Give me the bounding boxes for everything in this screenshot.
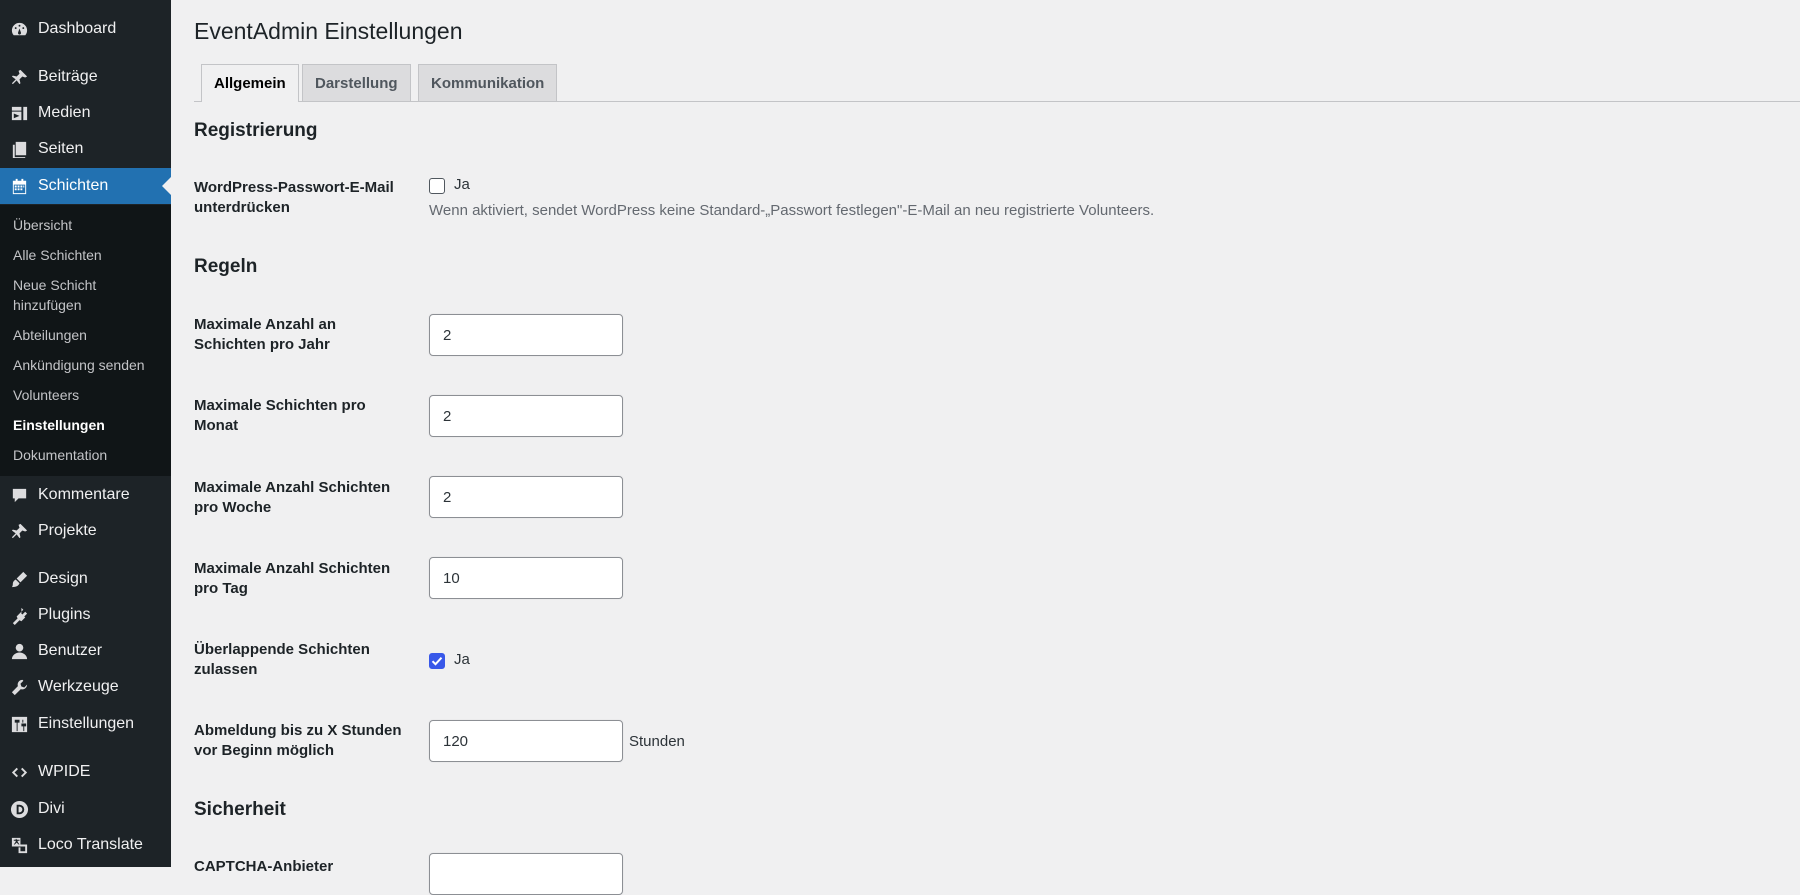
sidebar-item-design[interactable]: Design [0, 561, 171, 597]
tab-allgemein[interactable]: Allgemein [201, 64, 299, 102]
sidebar-item-kommentare[interactable]: Kommentare [0, 477, 171, 513]
sidebar-item-wpide[interactable]: WPIDE [0, 754, 171, 790]
sidebar-item-label: Seiten [38, 140, 84, 157]
sidebar-item-medien[interactable]: Medien [0, 95, 171, 131]
sidebar-item-label: Divi [38, 800, 65, 817]
divi-icon [9, 799, 29, 819]
user-icon [9, 641, 29, 661]
sidebar-item-label: Kommentare [38, 486, 130, 503]
sidebar-item-plugins[interactable]: Plugins [0, 597, 171, 633]
overlap-checkbox-label[interactable]: Ja [454, 651, 470, 668]
sidebar-item-label: WPIDE [38, 763, 91, 780]
sidebar-item-seiten[interactable]: Seiten [0, 131, 171, 167]
sidebar-item-label: Medien [38, 104, 91, 121]
sidebar-item-label: Werkzeuge [38, 678, 119, 695]
page-title: EventAdmin Einstellungen [194, 18, 463, 44]
submenu-item-abteilungen[interactable]: Abteilungen [13, 325, 168, 345]
sidebar-item-loco-translate[interactable]: Loco Translate [0, 827, 171, 863]
overlap-checkbox[interactable] [429, 653, 445, 669]
field-label-overlap: Überlappende Schichten zulassen [194, 641, 370, 678]
admin-sidebar: Dashboard Beiträge Medien Seiten Schicht… [0, 0, 171, 867]
section-title-sicherheit: Sicherheit [194, 799, 286, 820]
checkmark-icon [431, 657, 443, 666]
submenu-item-dokumentation[interactable]: Dokumentation [13, 445, 168, 465]
field-label-cancel-hours: Abmeldung bis zu X Stunden vor Beginn mö… [194, 722, 402, 759]
field-label-captcha: CAPTCHA-Anbieter [194, 858, 334, 875]
submenu-item-uebersicht[interactable]: Übersicht [13, 215, 168, 235]
submenu-item-einstellungen[interactable]: Einstellungen [13, 415, 168, 435]
suppress-email-checkbox[interactable] [429, 178, 445, 194]
max-per-month-input[interactable] [429, 395, 623, 437]
tab-kommunikation[interactable]: Kommunikation [418, 64, 558, 101]
submenu-item-alle-schichten[interactable]: Alle Schichten [13, 245, 168, 265]
captcha-provider-select[interactable] [429, 853, 623, 895]
schichten-submenu: Übersicht Alle Schichten Neue Schicht hi… [0, 205, 171, 476]
comment-icon [9, 485, 29, 505]
calendar-icon [9, 176, 29, 196]
field-label-max-per-year: Maximale Anzahl an Schichten pro Jahr [194, 316, 336, 353]
media-icon [9, 103, 29, 123]
suppress-email-checkbox-label[interactable]: Ja [454, 176, 470, 193]
sidebar-item-label: Einstellungen [38, 715, 135, 732]
field-label-suppress-email: WordPress-Passwort-E-Mail unterdrücken [194, 179, 394, 216]
sidebar-item-dashboard[interactable]: Dashboard [0, 11, 171, 47]
field-label-max-per-week: Maximale Anzahl Schichten pro Woche [194, 479, 391, 516]
section-title-registrierung: Registrierung [194, 120, 318, 141]
cancel-hours-suffix: Stunden [629, 733, 685, 750]
sidebar-item-divi[interactable]: Divi [0, 791, 171, 827]
pin-icon [9, 67, 29, 87]
sidebar-item-label: Design [38, 570, 88, 587]
suppress-email-description: Wenn aktiviert, sendet WordPress keine S… [429, 202, 1155, 219]
sidebar-item-label: Dashboard [38, 20, 117, 37]
code-icon [9, 762, 29, 782]
max-per-year-input[interactable] [429, 314, 623, 356]
sidebar-item-werkzeuge[interactable]: Werkzeuge [0, 669, 171, 705]
sidebar-item-schichten[interactable]: Schichten [0, 168, 171, 204]
max-per-day-input[interactable] [429, 557, 623, 599]
tab-darstellung[interactable]: Darstellung [302, 64, 411, 101]
sidebar-item-label: Benutzer [38, 642, 103, 659]
sidebar-item-label: Loco Translate [38, 836, 143, 853]
settings-icon [9, 714, 29, 734]
sidebar-item-einstellungen[interactable]: Einstellungen [0, 706, 171, 742]
tab-bar-border [194, 101, 1800, 102]
brush-icon [9, 569, 29, 589]
main-content: EventAdmin Einstellungen Allgemein Darst… [171, 0, 1800, 895]
submenu-item-volunteers[interactable]: Volunteers [13, 385, 168, 405]
max-per-week-input[interactable] [429, 476, 623, 518]
plugin-icon [9, 605, 29, 625]
sidebar-item-projekte[interactable]: Projekte [0, 513, 171, 549]
sidebar-item-benutzer[interactable]: Benutzer [0, 633, 171, 669]
submenu-item-neue-schicht[interactable]: Neue Schicht hinzufügen [13, 275, 168, 315]
translate-icon [9, 835, 29, 855]
cancel-hours-input[interactable] [429, 720, 623, 762]
section-title-regeln: Regeln [194, 256, 258, 277]
pin-icon [9, 521, 29, 541]
wrench-icon [9, 677, 29, 697]
sidebar-item-label: Plugins [38, 606, 91, 623]
sidebar-item-label: Beiträge [38, 68, 98, 85]
sidebar-item-label: Schichten [38, 177, 109, 194]
dashboard-icon [9, 19, 29, 39]
field-label-max-per-month: Maximale Schichten pro Monat [194, 397, 366, 434]
sidebar-item-beitraege[interactable]: Beiträge [0, 59, 171, 95]
pages-icon [9, 139, 29, 159]
sidebar-item-label: Projekte [38, 522, 97, 539]
submenu-item-ankuendigung[interactable]: Ankündigung senden [13, 355, 168, 375]
field-label-max-per-day: Maximale Anzahl Schichten pro Tag [194, 560, 391, 597]
